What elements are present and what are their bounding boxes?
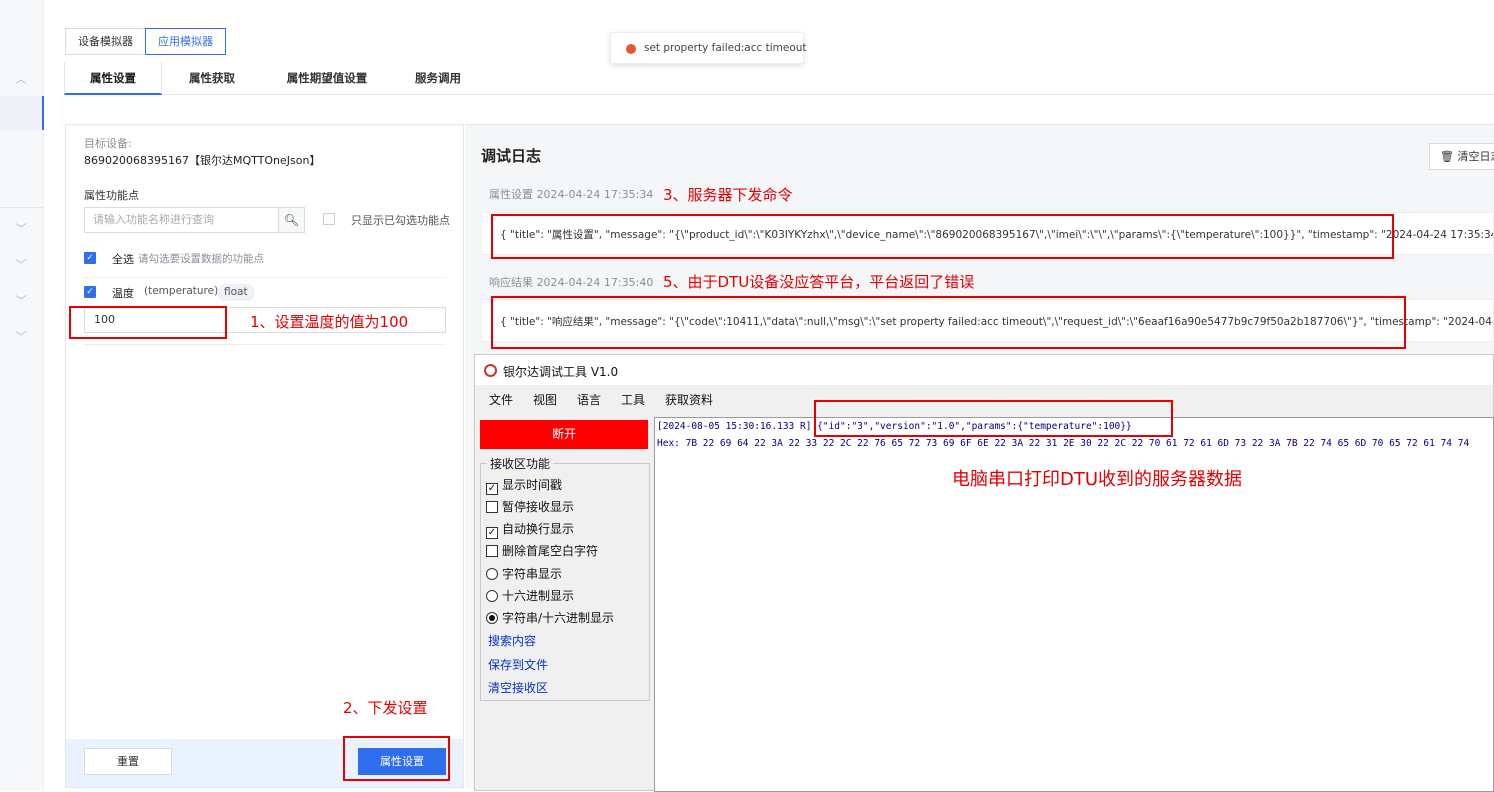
menu-language[interactable]: 语言 bbox=[577, 391, 601, 408]
search-input[interactable]: 请输入功能名称进行查询 bbox=[84, 207, 279, 233]
log-title: 调试日志 bbox=[481, 147, 542, 165]
recv-options-group: 接收区功能 ✓ 显示时间戳 暂停接收显示 ✓ 自动换行显示 删除首尾空白字符 字符串… bbox=[480, 455, 650, 701]
menu-tools[interactable]: 工具 bbox=[621, 391, 645, 408]
property-tabs: 属性设置 属性获取 属性期望值设置 服务调用 bbox=[64, 62, 1494, 95]
error-icon bbox=[626, 44, 636, 54]
only-checked-label: 只显示已勾选功能点 bbox=[351, 214, 450, 227]
app-logo-icon bbox=[484, 364, 497, 377]
menu-view[interactable]: 视图 bbox=[533, 391, 557, 408]
log-entry-meta: 响应结果 2024-04-24 17:35:40 bbox=[489, 276, 654, 289]
annotation-box-submit bbox=[343, 736, 450, 781]
search-icon[interactable]: 🔍︎ bbox=[278, 207, 305, 233]
tab-property-get[interactable]: 属性获取 bbox=[174, 62, 250, 95]
link-clear-recv[interactable]: 清空接收区 bbox=[488, 679, 548, 696]
annotation-serial-note: 电脑串口打印DTU收到的服务器数据 bbox=[952, 469, 1243, 490]
checkbox-checked-icon[interactable]: ✓ bbox=[486, 483, 498, 495]
annotation-step3: 3、服务器下发命令 bbox=[663, 186, 793, 204]
option-pause-recv[interactable]: 暂停接收显示 bbox=[486, 498, 574, 515]
divider bbox=[84, 344, 446, 345]
annotation-box-command bbox=[491, 214, 1394, 259]
divider bbox=[84, 277, 446, 278]
nav-selected-item[interactable] bbox=[0, 96, 44, 130]
clear-log-label: 清空日志 bbox=[1457, 150, 1494, 163]
tab-property-desired[interactable]: 属性期望值设置 bbox=[272, 62, 382, 95]
annotation-box-value bbox=[69, 306, 227, 339]
option-auto-wrap[interactable]: ✓ 自动换行显示 bbox=[486, 520, 574, 539]
recv-group-label: 接收区功能 bbox=[487, 455, 554, 472]
tab-app-simulator[interactable]: 应用模拟器 bbox=[145, 28, 226, 55]
type-badge: float bbox=[217, 284, 255, 301]
option-string-display[interactable]: 字符串显示 bbox=[486, 565, 562, 582]
only-checked-checkbox[interactable] bbox=[323, 213, 335, 225]
recv-line: Hex: 7B 22 69 64 22 3A 22 33 22 2C 22 76… bbox=[657, 438, 1470, 449]
tab-service-call[interactable]: 服务调用 bbox=[404, 62, 472, 95]
checkbox-icon[interactable] bbox=[486, 545, 498, 557]
property-name: 温度 bbox=[112, 287, 134, 300]
error-toast: set property failed:acc timeout bbox=[610, 32, 807, 64]
chevron-down-icon[interactable]: ﹀ bbox=[14, 258, 28, 272]
left-nav-rail: ︿ ﹀ ﹀ ﹀ ﹀ bbox=[0, 0, 44, 791]
option-show-timestamp[interactable]: ✓ 显示时间戳 bbox=[486, 476, 562, 495]
chevron-down-icon[interactable]: ﹀ bbox=[14, 294, 28, 308]
tab-property-set[interactable]: 属性设置 bbox=[64, 62, 162, 95]
radio-selected-icon[interactable] bbox=[486, 612, 498, 624]
menu-get-resources[interactable]: 获取资料 bbox=[665, 391, 713, 408]
chevron-down-icon[interactable]: ﹀ bbox=[14, 330, 28, 344]
clear-log-button[interactable]: 🗑︎ 清空日志 bbox=[1429, 143, 1494, 170]
select-all-hint: 请勾选要设置数据的功能点 bbox=[138, 253, 264, 265]
disconnect-button[interactable]: 断开 bbox=[480, 420, 648, 449]
annotation-step2: 2、下发设置 bbox=[343, 699, 428, 717]
annotation-step1: 1、设置温度的值为100 bbox=[250, 313, 409, 331]
radio-icon[interactable] bbox=[486, 568, 498, 580]
annotation-box-response bbox=[491, 296, 1406, 349]
serial-title: 银尔达调试工具 V1.0 bbox=[503, 365, 619, 379]
chevron-down-icon[interactable]: ﹀ bbox=[14, 222, 28, 236]
rail-divider bbox=[0, 207, 44, 208]
checkbox-checked-icon[interactable]: ✓ bbox=[486, 527, 498, 539]
checkbox-icon[interactable] bbox=[486, 501, 498, 513]
annotation-step5: 5、由于DTU设备没应答平台，平台返回了错误 bbox=[663, 273, 975, 291]
option-string-hex-display[interactable]: 字符串/十六进制显示 bbox=[486, 609, 614, 626]
target-device-value: 869020068395167【银尔达MQTTOneJson】 bbox=[84, 154, 321, 167]
property-identifier: (temperature) bbox=[144, 285, 219, 297]
feature-label: 属性功能点 bbox=[84, 189, 139, 202]
option-trim-whitespace[interactable]: 删除首尾空白字符 bbox=[486, 542, 598, 559]
select-all-checkbox[interactable]: ✓ bbox=[84, 252, 96, 264]
select-all-label: 全选 bbox=[112, 253, 134, 266]
annotation-box-serial-json bbox=[814, 400, 1173, 437]
toast-message: set property failed:acc timeout bbox=[644, 42, 807, 54]
log-entry-meta: 属性设置 2024-04-24 17:35:34 bbox=[489, 188, 654, 201]
radio-icon[interactable] bbox=[486, 590, 498, 602]
option-hex-display[interactable]: 十六进制显示 bbox=[486, 587, 574, 604]
link-save-to-file[interactable]: 保存到文件 bbox=[488, 656, 548, 673]
target-device-label: 目标设备: bbox=[84, 137, 132, 150]
trash-icon: 🗑︎ bbox=[1440, 150, 1454, 163]
temperature-checkbox[interactable]: ✓ bbox=[84, 286, 96, 298]
property-config-panel: 目标设备: 869020068395167【银尔达MQTTOneJson】 属性… bbox=[65, 124, 464, 788]
chevron-up-icon[interactable]: ︿ bbox=[14, 72, 28, 86]
serial-titlebar: 银尔达调试工具 V1.0 bbox=[475, 355, 1493, 385]
menu-file[interactable]: 文件 bbox=[489, 391, 513, 408]
reset-button[interactable]: 重置 bbox=[84, 748, 172, 775]
tab-device-simulator[interactable]: 设备模拟器 bbox=[65, 28, 146, 55]
link-search-content[interactable]: 搜索内容 bbox=[488, 632, 536, 649]
